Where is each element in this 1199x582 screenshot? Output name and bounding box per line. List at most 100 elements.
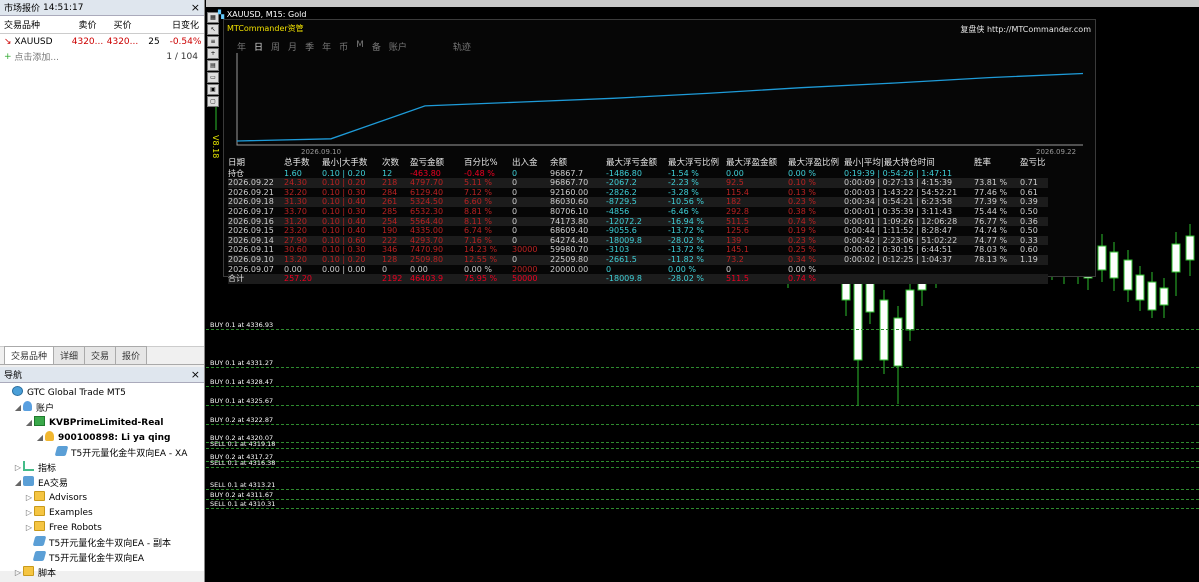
window-icon[interactable]: ▭ [207,72,219,83]
expand-toggle-icon[interactable]: ▷ [13,568,23,577]
mtc-site[interactable]: 复盘侠 http://MTCommander.com [960,24,1091,35]
order-line[interactable] [206,404,1199,406]
stat-cell: 0.34 % [788,254,816,264]
order-label: BUY 0.1 at 4336.93 [210,321,274,329]
stat-cell: 46403.9 [410,274,444,284]
stat-cell: 182 [726,197,742,207]
stat-cell: -4856 [606,206,630,216]
tab-symbols[interactable]: 交易品种 [4,346,55,364]
globe-icon [12,386,27,399]
order-line[interactable] [206,467,1199,469]
plus-icon: + [4,51,12,62]
order-line[interactable] [206,508,1199,509]
indicator-icon [23,461,38,474]
stat-cell: 96867.70 [550,178,589,188]
tab-details[interactable]: 详细 [53,346,86,364]
stat-cell [844,265,974,275]
order-line[interactable] [206,329,1199,330]
nav-item[interactable]: ◢ 900100898: Li ya qing [0,430,204,445]
copy-icon[interactable]: ▢ [207,96,219,107]
chart-symbol-icon: ▚ [218,10,225,19]
market-watch-titlebar: 市场报价 14:51:17 × [0,0,204,16]
order-line[interactable] [206,367,1199,369]
expand-toggle-icon[interactable]: ◢ [24,418,34,427]
crosshair-icon[interactable]: + [207,48,219,59]
stats-row: 2026.09.18 31.30 0.10 | 0.40 261 5324.50 6.60… [228,197,1048,207]
stat-cell: 12 [382,168,393,178]
stat-cell [844,274,974,284]
expand-toggle-icon[interactable]: ▷ [24,508,34,517]
stat-cell: 0.74 % [788,216,816,226]
stat-cell: 出入金 [512,158,538,168]
stat-cell: 最大浮盈比例 [788,158,840,168]
stat-cell: 6.74 % [464,226,492,236]
stat-cell: 0:00:03 | 1:43:22 | 54:52:21 [844,187,958,197]
nav-item[interactable]: ◢ 账户 [0,400,204,415]
nav-item[interactable]: ◢ KVBPrimeLimited-Real [0,415,204,430]
order-line[interactable] [206,423,1199,425]
order-line[interactable] [206,488,1199,490]
stat-cell: -463.80 [410,168,441,178]
col-change[interactable]: 日变化 [168,18,203,31]
add-symbol-row[interactable]: + 点击添加... 1 / 104 [0,49,204,64]
close-icon[interactable]: × [191,368,200,381]
stat-cell: 4293.70 [410,235,444,245]
order-line[interactable] [206,385,1199,387]
stat-cell: 0.00 % [788,168,816,178]
stat-cell: 64274.40 [550,235,589,245]
nav-item[interactable]: ▷ Examples [0,505,204,520]
stat-cell: 0:00:09 | 0:27:13 | 4:15:39 [844,178,953,188]
col-bid[interactable]: 卖价 [70,18,105,31]
col-ask[interactable]: 买价 [105,18,140,31]
chart-title: XAUUSD, M15: Gold [226,10,307,19]
nav-item[interactable]: GTC Global Trade MT5 [0,385,204,400]
expand-toggle-icon[interactable]: ▷ [13,463,23,472]
nav-item[interactable]: ▷ 脚本 [0,565,204,580]
expand-toggle-icon[interactable]: ◢ [13,403,23,412]
nav-item[interactable]: ▷ Advisors [0,490,204,505]
stats-holding-row: 持仓 1.60 0.10 | 0.20 12 -463.80 -0.48 % 0 96867.… [228,169,1048,179]
close-icon[interactable]: × [191,1,200,14]
tab-trading[interactable]: 交易 [84,346,117,364]
bar-icon[interactable]: ▤ [207,60,219,71]
stat-cell: 8.11 % [464,216,492,226]
stat-cell: 0.23 % [788,235,816,245]
candle-body [1185,235,1195,261]
nav-item[interactable]: T5开元量化金牛双向EA - XA [0,445,204,460]
stat-cell: -1.54 % [668,168,699,178]
order-line[interactable] [206,461,1199,463]
stat-cell: -8729.5 [606,197,637,207]
order-line[interactable] [206,442,1199,444]
cursor-icon[interactable]: ↖ [207,24,219,35]
stat-cell: 32.20 [284,187,307,197]
stat-cell: 最小|平均|最大持仓时间 [844,158,935,168]
list-icon[interactable]: ≡ [207,36,219,47]
stat-cell: 0.33 [1020,235,1038,245]
stat-cell: 0:00:44 | 1:11:52 | 8:28:47 [844,226,953,236]
order-line[interactable] [206,498,1199,500]
nav-item[interactable]: T5开元量化金牛双向EA - 副本 [0,535,204,550]
stat-cell: 0 [382,264,388,274]
stats-row: 2026.09.07 0.00 0.00 | 0.00 0 0.00 0.00 % 2000… [228,265,1048,275]
stat-cell: 284 [382,187,398,197]
add-symbol-label: 点击添加... [14,53,60,63]
expand-toggle-icon[interactable]: ◢ [35,433,45,442]
save-icon[interactable]: ▣ [207,84,219,95]
chart-window[interactable]: BUY 0.1 at 4336.93 BUY 0.1 at 4331.27 BUY … [206,0,1199,582]
stat-cell: 6532.30 [410,206,444,216]
expand-toggle-icon[interactable]: ▷ [24,523,34,532]
stat-cell: -1486.80 [606,168,642,178]
nav-item[interactable]: ▷ Free Robots [0,520,204,535]
symbol: XAUUSD [14,36,53,47]
nav-item[interactable]: T5开元量化金牛双向EA [0,550,204,565]
expand-toggle-icon[interactable]: ◢ [13,478,23,487]
daily-change: -0.54% [169,36,202,47]
market-watch-row[interactable]: ↘ XAUUSD 4320... 4320... 25 -0.54% [0,34,204,49]
nav-item[interactable]: ▷ 指标 [0,460,204,475]
stat-cell: 145.1 [726,245,749,255]
order-line[interactable] [206,448,1199,450]
expand-toggle-icon[interactable]: ▷ [24,493,34,502]
nav-item[interactable]: ◢ EA交易 [0,475,204,490]
tab-ticks[interactable]: 报价 [115,346,148,364]
col-symbol[interactable]: 交易品种 [0,18,70,31]
